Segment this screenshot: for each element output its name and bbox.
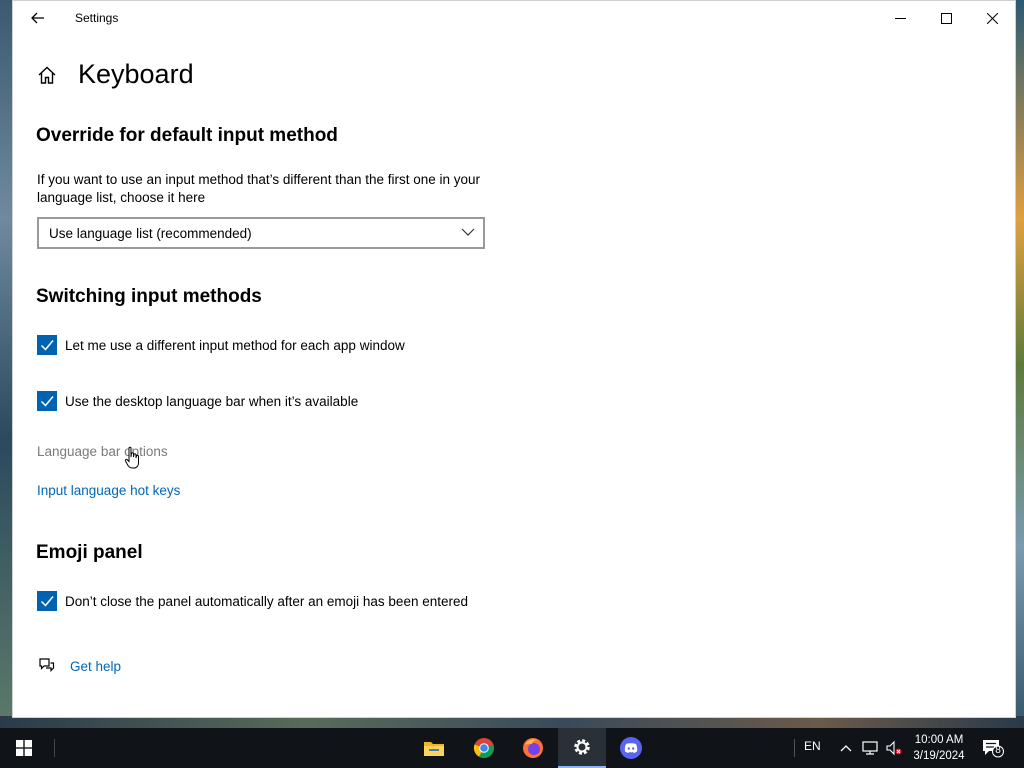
back-arrow-icon: [31, 12, 44, 24]
page-title: Keyboard: [78, 59, 194, 89]
emoji-panel-label: Don’t close the panel automatically afte…: [65, 593, 468, 609]
override-description: If you want to use an input method that’…: [37, 172, 481, 205]
switching-heading: Switching input methods: [36, 286, 262, 307]
get-help-link[interactable]: Get help: [70, 659, 121, 674]
chevron-up-icon[interactable]: [838, 740, 854, 756]
page-header: Keyboard: [37, 59, 194, 90]
checkmark-icon: [40, 340, 54, 351]
taskbar-divider: [54, 739, 55, 757]
language-bar-options-link[interactable]: Language bar options: [37, 444, 168, 459]
file-explorer-icon: [424, 742, 444, 756]
desktop-wallpaper-left: [0, 0, 12, 730]
desktop-wallpaper-right: [1016, 0, 1024, 730]
input-method-dropdown[interactable]: Use language list (recommended): [37, 217, 485, 249]
start-button[interactable]: [0, 728, 48, 768]
minimize-button[interactable]: [877, 1, 923, 35]
discord-icon: [620, 737, 642, 759]
clock-time: 10:00 AM: [914, 734, 964, 746]
per-app-input-checkbox-row[interactable]: Let me use a different input method for …: [37, 335, 405, 355]
chrome-icon: [473, 738, 494, 758]
taskbar-settings[interactable]: [558, 728, 606, 768]
input-language-indicator[interactable]: EN: [804, 739, 821, 753]
maximize-button[interactable]: [923, 1, 969, 35]
chat-help-icon: [39, 658, 55, 672]
taskbar-firefox[interactable]: [509, 728, 557, 768]
checkmark-icon: [40, 596, 54, 607]
taskbar: EN 10:00 AM 3/19/2024 8: [0, 728, 1024, 768]
window-title: Settings: [75, 11, 119, 25]
taskbar-file-explorer[interactable]: [410, 728, 458, 768]
override-heading: Override for default input method: [36, 125, 338, 146]
close-icon: [986, 12, 998, 24]
firefox-icon: [523, 738, 543, 758]
volume-muted-icon[interactable]: [886, 740, 902, 756]
network-icon[interactable]: [862, 740, 878, 756]
notification-count: 8: [995, 745, 1001, 756]
hand-pointer-icon: [124, 446, 139, 469]
minimize-icon: [894, 17, 906, 19]
windows-logo-icon: [16, 740, 32, 756]
taskbar-discord[interactable]: [607, 728, 655, 768]
back-button[interactable]: [25, 5, 51, 31]
maximize-icon: [940, 12, 952, 24]
language-bar-label: Use the desktop language bar when it’s a…: [65, 393, 359, 409]
close-button[interactable]: [969, 1, 1015, 35]
settings-window: Settings Keyboard Override for default i…: [12, 0, 1016, 718]
taskbar-chrome[interactable]: [460, 728, 508, 768]
emoji-panel-checkbox[interactable]: [37, 591, 57, 611]
tray-divider: [794, 739, 795, 757]
chevron-down-icon: [461, 228, 475, 236]
checkmark-icon: [40, 396, 54, 407]
clock-date: 3/19/2024: [913, 750, 965, 762]
per-app-input-checkbox[interactable]: [37, 335, 57, 355]
title-bar: Settings: [13, 1, 1015, 35]
language-bar-checkbox[interactable]: [37, 391, 57, 411]
language-bar-checkbox-row[interactable]: Use the desktop language bar when it’s a…: [37, 391, 358, 411]
window-controls: [877, 1, 1015, 35]
dropdown-value: Use language list (recommended): [49, 225, 252, 241]
system-clock[interactable]: 10:00 AM 3/19/2024: [906, 732, 972, 764]
per-app-input-label: Let me use a different input method for …: [65, 337, 405, 353]
input-language-hotkeys-link[interactable]: Input language hot keys: [37, 483, 180, 498]
get-help-row[interactable]: Get help: [37, 657, 121, 675]
home-icon[interactable]: [37, 65, 57, 85]
settings-icon: [574, 739, 590, 755]
action-center-button[interactable]: 8: [982, 738, 1004, 758]
emoji-panel-checkbox-row[interactable]: Don’t close the panel automatically afte…: [37, 591, 468, 611]
emoji-heading: Emoji panel: [36, 542, 143, 563]
